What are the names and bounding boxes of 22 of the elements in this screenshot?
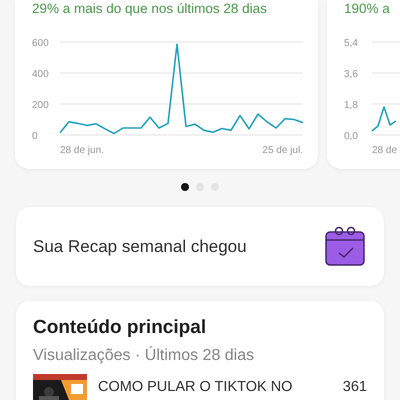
- x-axis-label: 28 de jun.: [60, 145, 104, 156]
- y-axis-label: 600: [32, 38, 49, 49]
- video-title[interactable]: COMO PULAR O TIKTOK NO: [98, 379, 332, 395]
- y-axis-label: 0: [32, 131, 38, 142]
- change-summary: 29% a mais do que nos últimos 28 dias: [32, 2, 267, 16]
- recap-card[interactable]: Sua Recap semanal chegou: [16, 207, 384, 286]
- y-axis-label: 0,0: [344, 131, 358, 142]
- y-axis-label: 3,6: [344, 69, 358, 80]
- y-axis-label: 5,4: [344, 38, 358, 49]
- section-title: Conteúdo principal: [33, 317, 206, 339]
- page-indicator-dot[interactable]: [181, 183, 189, 191]
- calendar-check-icon: [323, 226, 367, 268]
- x-axis-label: 25 de jul.: [262, 145, 303, 156]
- section-subtitle: Visualizações · Últimos 28 dias: [33, 347, 254, 365]
- x-axis-label: 28 de: [372, 145, 398, 156]
- recap-text: Sua Recap semanal chegou: [33, 236, 247, 256]
- y-axis-label: 200: [32, 100, 49, 111]
- view-count: 361: [342, 379, 367, 395]
- sparkline: [371, 106, 396, 132]
- y-axis-label: 1,8: [344, 100, 358, 111]
- y-axis-label: 400: [32, 69, 49, 80]
- change-summary: 190% a: [344, 2, 390, 16]
